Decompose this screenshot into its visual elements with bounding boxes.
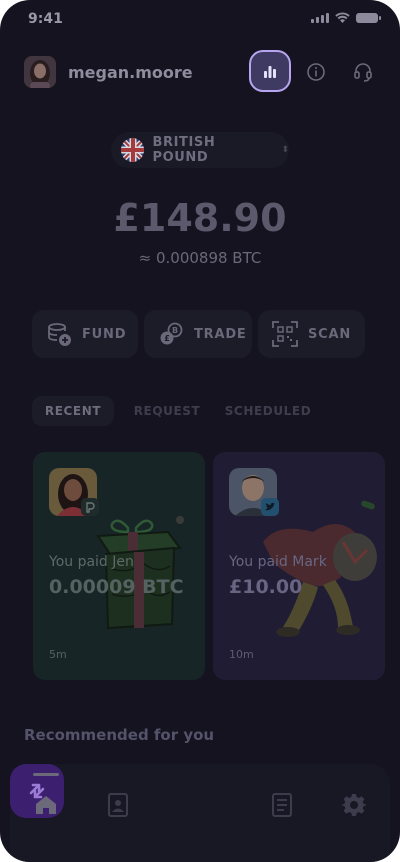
- activity-time: 10m: [229, 648, 254, 661]
- balance-amount: £148.90: [113, 196, 287, 240]
- activity-card-mark[interactable]: You paid Mark £10.00 10m: [213, 452, 385, 680]
- status-icons: [311, 12, 381, 23]
- qr-scan-icon: [272, 321, 298, 347]
- app-screen: 9:41 megan.moore BRITISH POUND ⬍ £148.90…: [0, 0, 400, 862]
- tab-request[interactable]: REQUEST: [128, 396, 206, 426]
- status-bar: 9:41: [0, 0, 400, 40]
- scan-button[interactable]: SCAN: [258, 310, 365, 358]
- svg-text:B: B: [172, 326, 178, 335]
- nav-contacts[interactable]: [105, 792, 131, 818]
- coins-add-icon: [46, 321, 72, 347]
- status-time: 9:41: [28, 11, 63, 27]
- currency-label: BRITISH POUND: [152, 135, 216, 165]
- nav-statements[interactable]: [269, 792, 295, 818]
- tab-recent[interactable]: RECENT: [32, 396, 114, 426]
- cellular-signal-icon: [311, 13, 329, 23]
- trade-label: TRADE: [194, 326, 247, 342]
- gift-box-illustration: [96, 516, 184, 630]
- coins-exchange-icon: B £: [158, 321, 184, 347]
- currency-selector[interactable]: BRITISH POUND ⬍: [111, 132, 289, 168]
- username[interactable]: megan.moore: [68, 63, 193, 82]
- document-icon: [272, 793, 292, 817]
- activity-time: 5m: [49, 648, 67, 661]
- battery-icon: [356, 13, 381, 23]
- chevron-up-down-icon: ⬍: [281, 145, 289, 155]
- avatar[interactable]: [24, 56, 56, 88]
- scan-label: SCAN: [308, 326, 352, 342]
- activity-card-jen[interactable]: You paid Jen 0.00009 BTC 5m: [33, 452, 205, 680]
- info-icon: [307, 63, 325, 81]
- balance-btc: ≈ 0.000898 BTC: [138, 249, 262, 267]
- home-icon: [36, 796, 56, 814]
- fund-button[interactable]: FUND: [32, 310, 138, 358]
- contacts-book-icon: [108, 793, 128, 817]
- recommended-heading: Recommended for you: [24, 726, 215, 744]
- fund-label: FUND: [82, 326, 127, 342]
- uk-flag-icon: [121, 138, 145, 162]
- twitter-badge-icon: [261, 498, 279, 516]
- info-button[interactable]: [298, 54, 334, 90]
- payment-app-badge-icon: [81, 498, 99, 516]
- wifi-icon: [335, 12, 350, 23]
- active-tab-indicator: [33, 773, 59, 776]
- nav-home[interactable]: [33, 792, 59, 818]
- activity-title: You paid Mark: [229, 554, 327, 570]
- stats-button[interactable]: [249, 50, 291, 92]
- headset-icon: [354, 63, 372, 82]
- svg-text:£: £: [164, 334, 170, 343]
- support-button[interactable]: [345, 54, 381, 90]
- bottom-nav: [10, 764, 390, 862]
- activity-amount: 0.00009 BTC: [49, 576, 184, 598]
- nav-settings[interactable]: [341, 792, 367, 818]
- bar-chart-icon: [264, 66, 276, 78]
- trade-button[interactable]: B £ TRADE: [144, 310, 252, 358]
- activity-title: You paid Jen: [49, 554, 134, 570]
- tab-scheduled[interactable]: SCHEDULED: [220, 396, 316, 426]
- gear-icon: [342, 794, 366, 816]
- activity-amount: £10.00: [229, 576, 303, 598]
